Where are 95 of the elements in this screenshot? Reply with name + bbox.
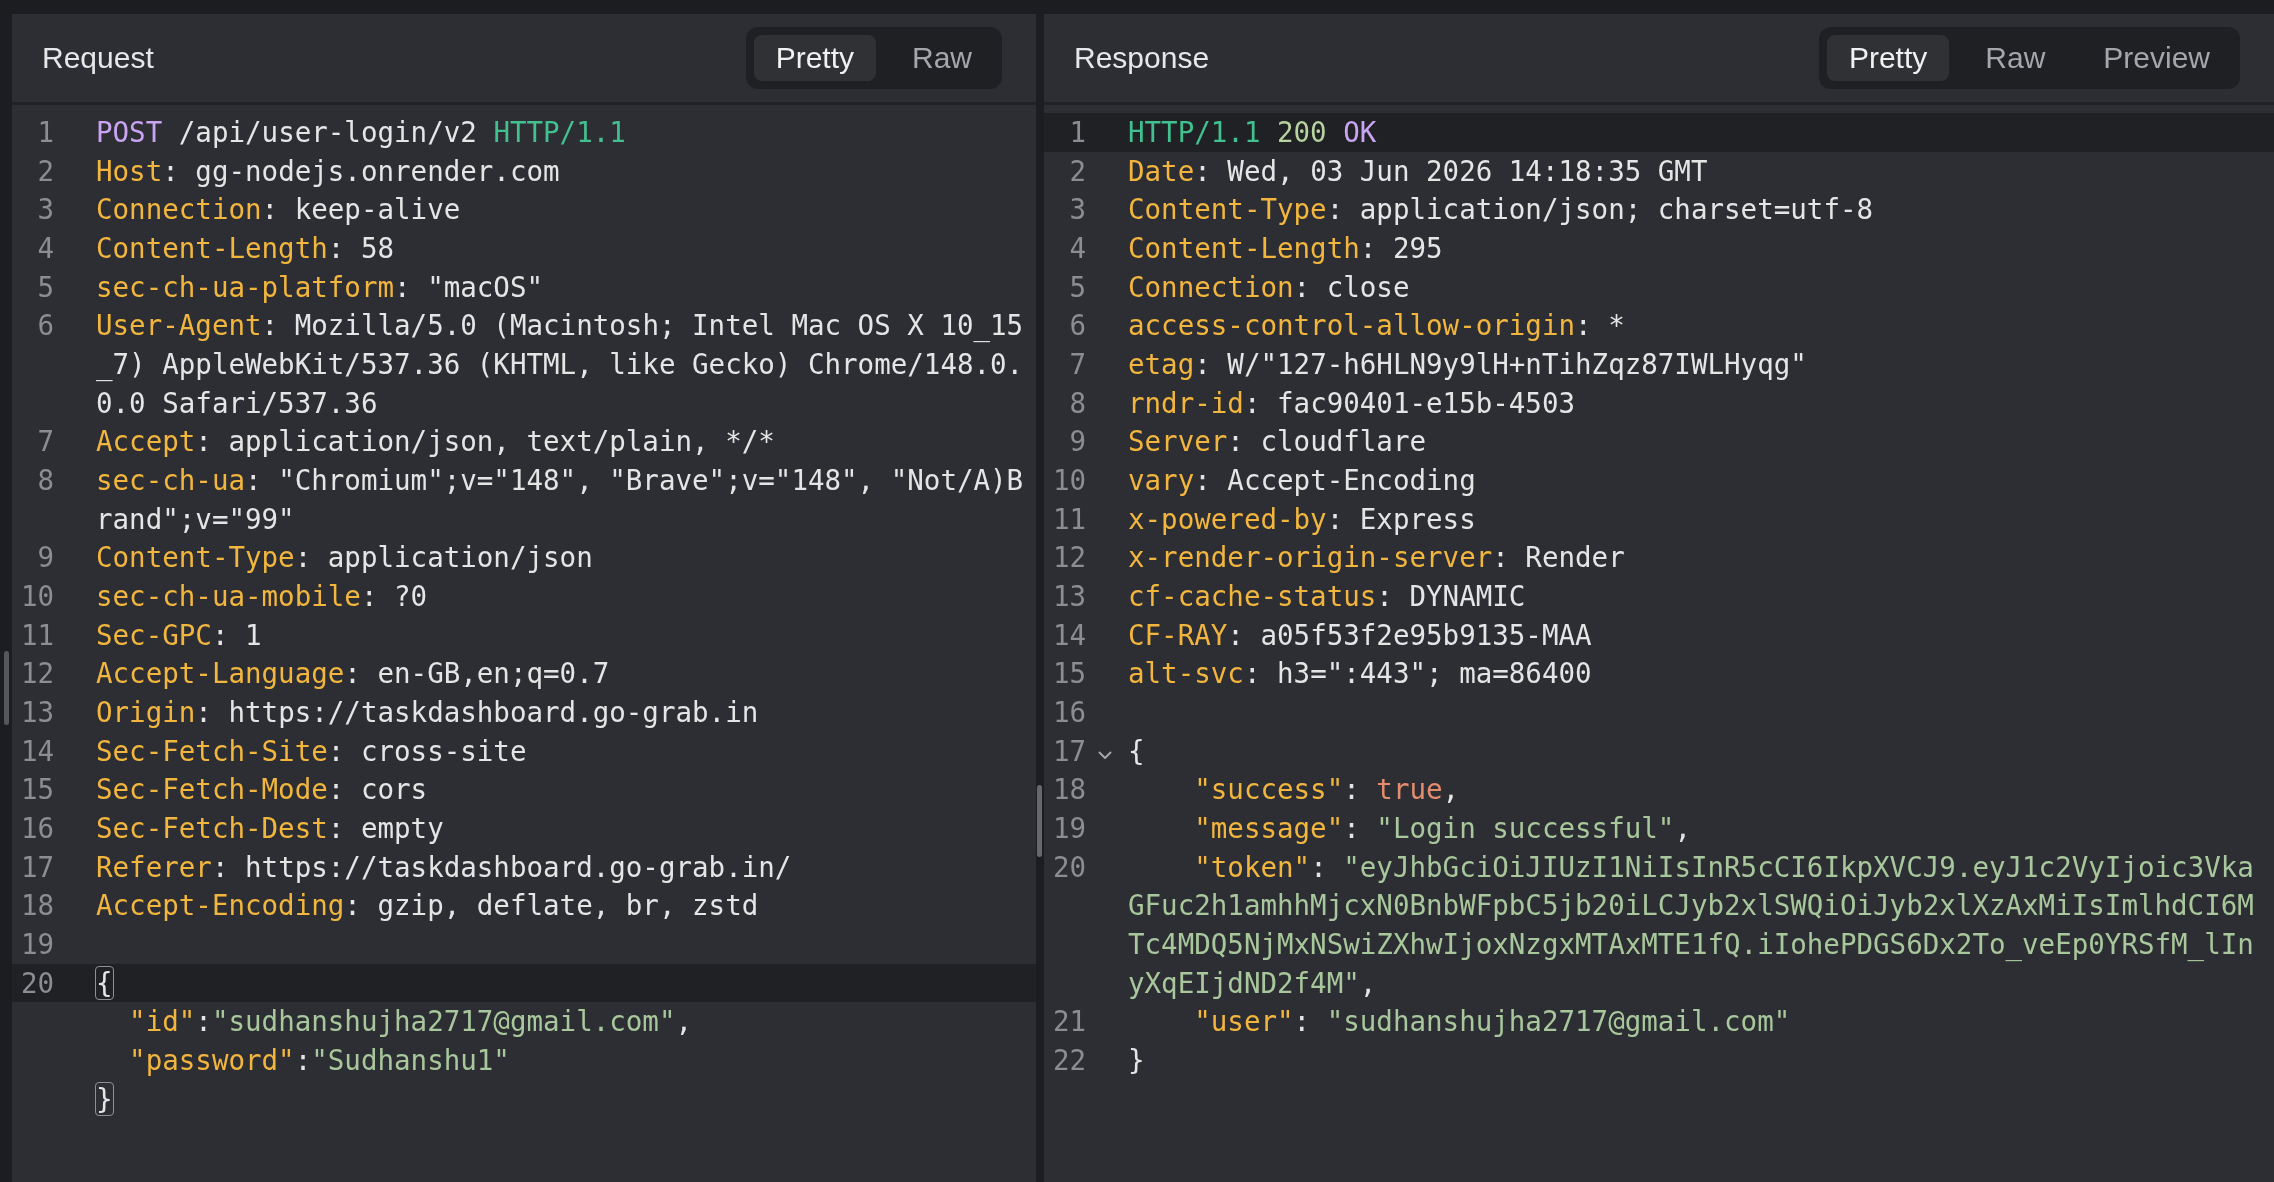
code-line: { <box>96 966 113 999</box>
line-number: 19 <box>20 928 54 961</box>
line-number: 3 <box>37 193 54 226</box>
code-line: Accept-Encoding: gzip, deflate, br, zstd <box>96 889 759 922</box>
code-line: Referer: https://taskdashboard.go-grab.in/ <box>96 850 792 883</box>
code-line: POST /api/user-login/v2 HTTP/1.1 <box>96 116 626 148</box>
line-number: 15 <box>1052 657 1086 690</box>
line-number: 19 <box>1052 812 1086 845</box>
line-number: 17 <box>1052 734 1086 767</box>
line-number: 6 <box>1069 309 1086 342</box>
line-number: 2 <box>37 154 54 187</box>
code-line: CF-RAY: a05f53f2e95b9135-MAA <box>1128 618 1592 651</box>
code-line: rndr-id: fac90401-e15b-4503 <box>1128 386 1576 419</box>
line-number: 18 <box>20 889 54 922</box>
view-tab[interactable]: Pretty <box>1826 35 1950 81</box>
code-line: } <box>96 1082 113 1115</box>
line-number: 2 <box>1069 154 1086 187</box>
code-line: sec-ch-ua: "Chromium";v="148", "Brave";v="148", "Not/A)Brand";v="99" <box>96 464 1024 535</box>
code-line: HTTP/1.1 200 OK <box>1128 116 1377 148</box>
line-number: 14 <box>20 734 54 767</box>
code-line: Content-Length: 58 <box>96 232 395 264</box>
line-number: 5 <box>37 270 54 303</box>
pane-title: Response <box>1074 41 1210 75</box>
line-number: 8 <box>1069 386 1086 419</box>
code-line: Accept: application/json, text/plain, */* <box>96 425 775 458</box>
code-line: alt-svc: h3=":443"; ma=86400 <box>1128 657 1592 690</box>
view-tab[interactable]: Preview <box>2081 35 2232 81</box>
line-number: 6 <box>37 309 54 342</box>
code-line: Date: Wed, 03 Jun 2026 14:18:35 GMT <box>1128 154 1708 187</box>
code-line: cf-cache-status: DYNAMIC <box>1128 580 1526 613</box>
code-line: Accept-Language: en-GB,en;q=0.7 <box>96 657 610 690</box>
code-line: "message": "Login successful", <box>1194 812 1691 845</box>
code-line: x-render-origin-server: Render <box>1128 541 1625 574</box>
code-line: etag: W/"127-h6HLN9y9lH+nTihZqz87IWLHyqg" <box>1128 348 1807 381</box>
code-line: sec-ch-ua-mobile: ?0 <box>96 580 428 613</box>
line-number: 18 <box>1052 773 1086 806</box>
line-number: 16 <box>1052 696 1086 729</box>
line-number: 22 <box>1052 1044 1086 1077</box>
code-line: User-Agent: Mozilla/5.0 (Macintosh; Intel Mac OS X 10_15_7) AppleWebKit/537.36 (KHTML, like Gecko) Chrome/148.0.0.0 Safari/537.36 <box>96 309 1024 419</box>
code-line: Sec-Fetch-Dest: empty <box>96 812 444 845</box>
line-number: 20 <box>20 966 54 999</box>
line-number: 14 <box>1052 618 1086 651</box>
line-number: 12 <box>1052 541 1086 574</box>
line-number: 8 <box>37 464 54 497</box>
line-number: 3 <box>1069 193 1086 226</box>
pane-title: Request <box>42 41 154 75</box>
code-line: Connection: close <box>1128 270 1410 303</box>
view-tab[interactable]: Raw <box>890 35 994 81</box>
line-number: 7 <box>1069 348 1086 381</box>
code-line: sec-ch-ua-platform: "macOS" <box>96 270 544 303</box>
line-number: 16 <box>20 812 54 845</box>
line-number: 12 <box>20 657 54 690</box>
code-line: } <box>1128 1044 1145 1077</box>
code-line: "id":"sudhanshujha2717@gmail.com", <box>129 1005 693 1038</box>
code-line: x-powered-by: Express <box>1128 502 1476 535</box>
line-number: 9 <box>37 541 54 574</box>
line-number: 15 <box>20 773 54 806</box>
code-line: access-control-allow-origin: * <box>1128 309 1625 342</box>
line-number: 13 <box>1052 580 1086 613</box>
code-line: Content-Type: application/json <box>96 541 593 574</box>
line-number: 21 <box>1052 1005 1086 1038</box>
scrollbar-thumb[interactable] <box>4 651 9 725</box>
code-line: Origin: https://taskdashboard.go-grab.in <box>96 696 759 729</box>
line-number: 1 <box>37 116 54 148</box>
view-tab[interactable]: Raw <box>1963 35 2068 81</box>
code-line: Connection: keep-alive <box>96 193 461 226</box>
line-number: 7 <box>37 425 54 458</box>
line-number: 11 <box>20 618 54 651</box>
code-line: Content-Length: 295 <box>1128 232 1443 264</box>
line-number: 17 <box>20 850 54 883</box>
view-tab[interactable]: Pretty <box>753 35 876 81</box>
line-number: 9 <box>1069 425 1086 458</box>
line-number: 1 <box>1069 116 1086 148</box>
line-number: 11 <box>1052 502 1086 535</box>
code-line: "token": "eyJhbGciOiJIUzI1NiIsInR5cCI6IkpXVCJ9.eyJ1c2VyIjoic3VkaGFuc2h1amhhMjcxN0BnbWFpbC5jb20iLCJyb2xlSWQiOiJyb2xlXzAxMiIsImlhdCI6MTc4MDQ5NjMxNSwiZXhwIjoxNzgxMTAxMTE1fQ.iIohePDGS6Dx2To_veEp0YRSfM_lInyXqEIjdND2f4M", <box>1128 850 2254 999</box>
line-number: 10 <box>20 580 54 613</box>
line-number: 4 <box>37 232 54 264</box>
code-line: Sec-Fetch-Site: cross-site <box>96 734 527 767</box>
code-line: Content-Type: application/json; charset=utf-8 <box>1128 193 1874 226</box>
line-number: 13 <box>20 696 54 729</box>
code-line: Server: cloudflare <box>1128 425 1427 458</box>
code-line: "user": "sudhanshujha2717@gmail.com" <box>1194 1005 1791 1038</box>
code-line: vary: Accept-Encoding <box>1128 464 1476 497</box>
line-number: 5 <box>1069 270 1086 303</box>
code-line: { <box>1128 734 1145 767</box>
line-number: 10 <box>1052 464 1086 497</box>
chevron-down-icon[interactable] <box>1098 750 1112 760</box>
line-number: 4 <box>1069 232 1086 264</box>
code-line: Host: gg-nodejs.onrender.com <box>96 154 560 187</box>
code-line: "success": true, <box>1194 773 1460 806</box>
splitter-handle[interactable] <box>1037 785 1042 857</box>
line-number: 20 <box>1052 850 1086 883</box>
code-line: Sec-GPC: 1 <box>96 618 262 651</box>
code-line: Sec-Fetch-Mode: cors <box>96 773 428 806</box>
code-line: "password":"Sudhanshu1" <box>129 1044 510 1077</box>
